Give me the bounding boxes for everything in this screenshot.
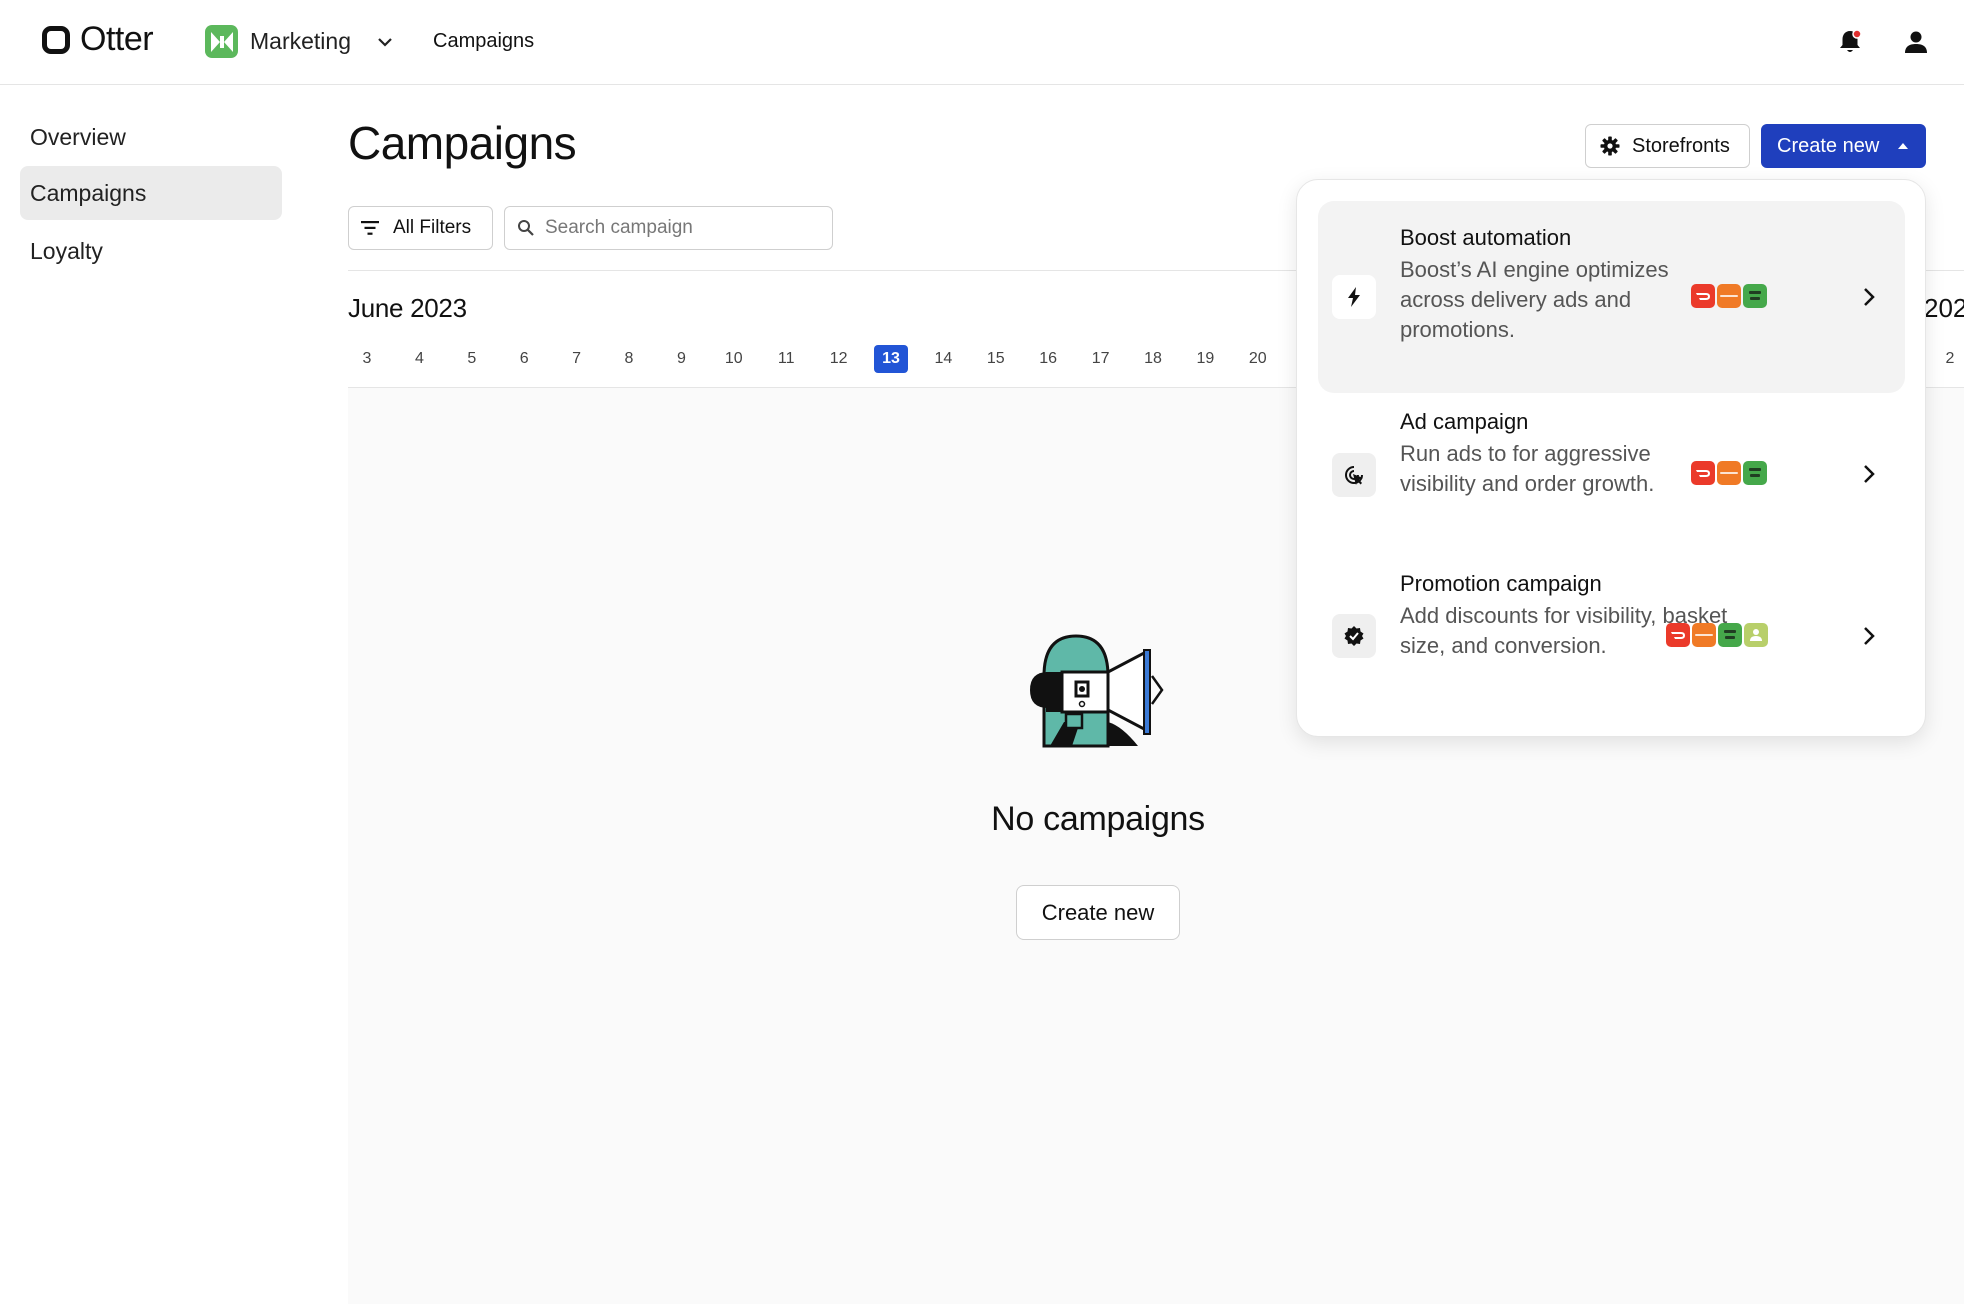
filter-icon [361,221,379,235]
create-new-dropdown: Boost automation Boost’s AI engine optim… [1296,179,1926,737]
day-cell[interactable]: 7 [560,345,594,373]
all-filters-label: All Filters [393,217,472,238]
page-title: Campaigns [348,117,577,169]
menu-item-description: Boost’s AI engine optimizes across deliv… [1400,257,1669,342]
grubhub-logo [1717,461,1741,485]
doordash-logo [1691,461,1715,485]
next-month-label: 202 [1924,293,1964,323]
day-cell[interactable]: 3 [350,345,384,373]
app-switcher[interactable]: Marketing [205,25,393,58]
empty-state-create-button[interactable]: Create new [1016,885,1180,940]
sidebar-item-label: Loyalty [30,237,103,264]
all-filters-button[interactable]: All Filters [348,206,493,250]
day-cell[interactable]: 10 [717,345,751,373]
top-bar: Otter Marketing Campaigns [0,0,1964,85]
uber-eats-logo [1718,623,1742,647]
day-cell[interactable]: 17 [1084,345,1118,373]
search-box [504,206,833,250]
chevron-right-icon [1864,465,1875,483]
otter-logo-icon [42,25,70,54]
grubhub-logo [1692,623,1716,647]
chevron-right-icon [1864,288,1875,306]
day-cell[interactable]: 8 [612,345,646,373]
day-cell[interactable]: 16 [1031,345,1065,373]
storefronts-button[interactable]: Storefronts [1585,124,1750,168]
doordash-logo [1691,284,1715,308]
day-cell[interactable]: 18 [1136,345,1170,373]
chevron-right-icon [1864,627,1875,645]
create-new-button[interactable]: Create new [1761,124,1926,168]
day-cell[interactable]: 6 [507,345,541,373]
day-cell[interactable]: 19 [1188,345,1222,373]
top-nav-campaigns[interactable]: Campaigns [433,30,534,53]
day-cell[interactable]: 9 [664,345,698,373]
lightning-icon [1332,275,1376,319]
day-cell[interactable]: 20 [1241,345,1275,373]
sidebar-item-overview[interactable]: Overview [20,110,282,164]
month-label: June 2023 [348,293,467,323]
uber-eats-logo [1743,461,1767,485]
day-cell[interactable]: 15 [979,345,1013,373]
platform-logos [1691,284,1767,308]
day-cell[interactable]: 14 [926,345,960,373]
sidebar-item-label: Overview [30,123,126,150]
marketing-app-icon [205,25,238,58]
uber-eats-logo [1743,284,1767,308]
search-input[interactable] [545,217,815,239]
megaphone-illustration [1030,634,1164,748]
gear-icon [1600,136,1620,156]
day-cell[interactable]: 5 [455,345,489,373]
platform-logos [1666,623,1768,647]
sidebar-item-campaigns[interactable]: Campaigns [20,166,282,220]
app-name: Marketing [250,28,351,54]
logo-text: Otter [80,20,154,58]
notifications-button[interactable] [1836,28,1864,61]
empty-state-create-label: Create new [1041,899,1155,925]
sidebar-item-label: Campaigns [30,179,147,206]
day-cell[interactable]: 12 [822,345,856,373]
sidebar-item-loyalty[interactable]: Loyalty [20,224,282,278]
search-icon [518,220,534,236]
user-menu-button[interactable] [1902,28,1930,61]
storefronts-label: Storefronts [1632,134,1730,157]
otter-logo[interactable]: Otter [42,20,154,59]
create-new-label: Create new [1777,134,1880,157]
menu-item-title: Promotion campaign [1400,571,1602,596]
day-cell[interactable]: 4 [402,345,436,373]
target-click-icon [1332,453,1376,497]
doordash-logo [1666,623,1690,647]
day-cell-today[interactable]: 13 [874,345,908,373]
ordering-bell-logo [1744,623,1768,647]
menu-item-title: Boost automation [1400,225,1572,250]
menu-item-ad-campaign[interactable]: Ad campaign Run ads to for aggressive vi… [1318,393,1905,555]
menu-item-boost-automation[interactable]: Boost automation Boost’s AI engine optim… [1318,201,1905,393]
bell-icon [1840,29,1862,52]
user-icon [1905,31,1927,53]
empty-state-title: No campaigns [991,800,1205,838]
grubhub-logo [1717,284,1741,308]
menu-item-promotion-campaign[interactable]: Promotion campaign Add discounts for vis… [1318,555,1905,717]
chevron-down-icon [378,37,392,47]
verified-badge-icon [1332,614,1376,658]
menu-item-title: Ad campaign [1400,409,1529,434]
day-cell[interactable]: 11 [769,345,803,373]
caret-up-icon [1898,143,1909,149]
platform-logos [1691,461,1767,485]
menu-item-description: Run ads to for aggressive visibility and… [1400,441,1655,496]
trailing-day[interactable]: 2 [1940,345,1960,373]
